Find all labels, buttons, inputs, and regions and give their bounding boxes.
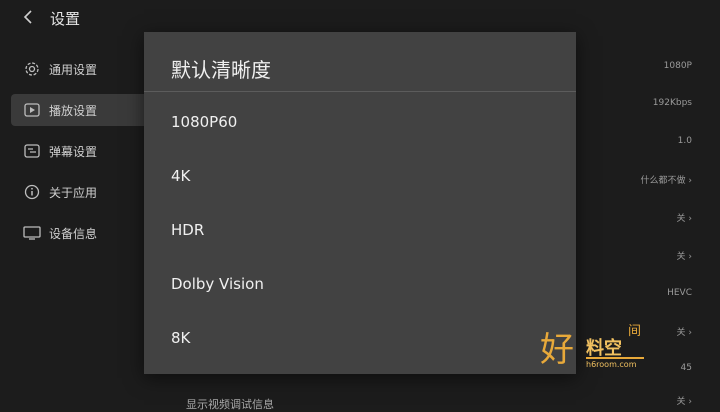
- quality-option[interactable]: HDR: [144, 209, 576, 253]
- setting-label: 显示视频调试信息: [186, 398, 274, 411]
- quality-option[interactable]: 8K: [144, 317, 576, 361]
- quality-option[interactable]: Dolby Vision: [144, 263, 576, 307]
- watermark-underline: [586, 357, 644, 359]
- setting-value[interactable]: HEVC: [667, 288, 692, 298]
- setting-value[interactable]: 关 ›: [677, 325, 692, 338]
- dialog-title: 默认清晰度: [171, 58, 271, 82]
- watermark-url: h6room.com: [586, 360, 637, 369]
- setting-value[interactable]: 关 ›: [677, 249, 692, 262]
- option-label: 4K: [171, 167, 191, 185]
- setting-value[interactable]: 关 ›: [677, 211, 692, 224]
- option-label: HDR: [171, 221, 205, 239]
- quality-dialog: 默认清晰度 1080P60 4K HDR Dolby Vision 8K: [144, 32, 576, 374]
- quality-option[interactable]: 4K: [144, 155, 576, 199]
- quality-option[interactable]: 1080P60: [144, 101, 576, 145]
- setting-value[interactable]: 45: [681, 363, 692, 373]
- setting-value[interactable]: 关 ›: [677, 394, 692, 407]
- watermark-top: 间: [628, 324, 642, 339]
- divider: [144, 91, 576, 92]
- watermark-char: 好: [540, 330, 574, 370]
- setting-value[interactable]: 1080P: [664, 61, 692, 71]
- watermark-logo: 好 料空 间 h6room.com: [540, 322, 648, 372]
- setting-value[interactable]: 什么都不做 ›: [641, 173, 692, 186]
- option-label: 8K: [171, 329, 191, 347]
- setting-value[interactable]: 1.0: [678, 136, 692, 146]
- setting-value[interactable]: 192Kbps: [653, 98, 692, 108]
- option-label: 1080P60: [171, 113, 238, 131]
- option-label: Dolby Vision: [171, 275, 264, 293]
